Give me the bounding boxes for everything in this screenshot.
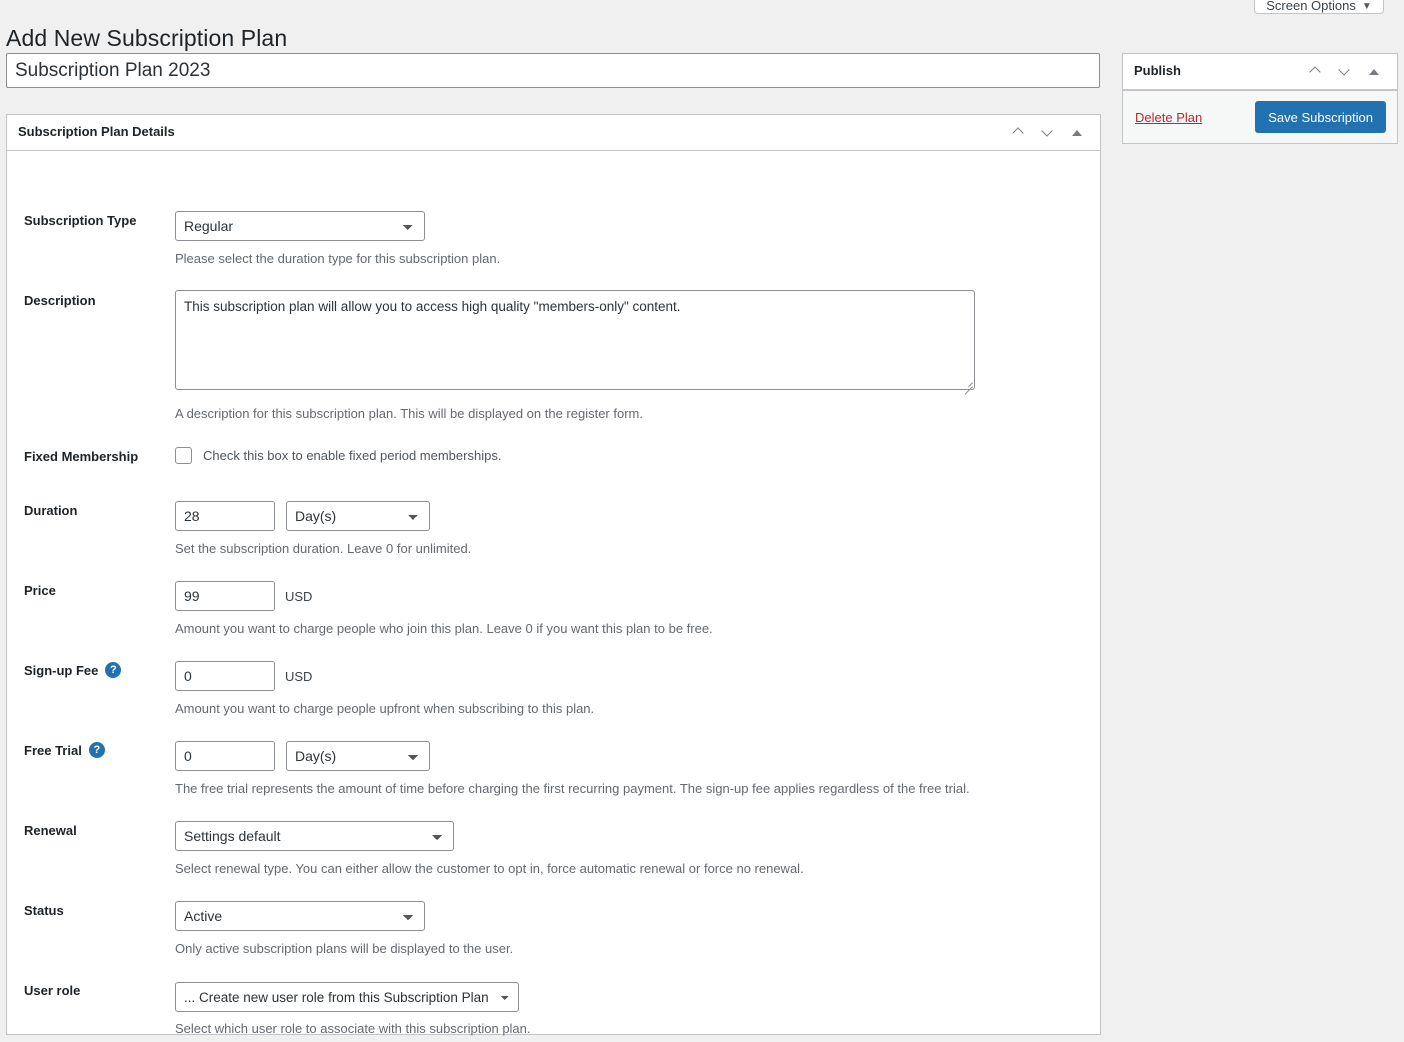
chevron-down-icon: ▼ xyxy=(1361,1,1372,12)
screen-options-button[interactable]: Screen Options ▼ xyxy=(1254,0,1384,14)
panel-body: Subscription Type Regular Please select … xyxy=(7,151,1100,1036)
publish-panel: Publish Delete Plan Save Subscription xyxy=(1122,53,1398,144)
control-price: USD xyxy=(175,581,312,611)
publish-panel-body: Delete Plan Save Subscription xyxy=(1123,90,1397,143)
control-user-role: ... Create new user role from this Subsc… xyxy=(175,982,519,1012)
move-down-icon[interactable] xyxy=(1035,120,1060,145)
control-description: This subscription plan will allow you to… xyxy=(175,290,975,390)
control-duration: Day(s) xyxy=(175,501,430,531)
desc-renewal: Select renewal type. You can either allo… xyxy=(175,861,804,876)
toggle-panel-icon[interactable] xyxy=(1361,59,1386,84)
label-signup-fee: Sign-up Fee ? xyxy=(24,662,122,678)
fixed-membership-checkbox[interactable] xyxy=(175,447,192,464)
desc-description: A description for this subscription plan… xyxy=(175,406,643,421)
publish-panel-title: Publish xyxy=(1134,63,1181,79)
label-description: Description xyxy=(24,293,96,308)
label-fixed-membership: Fixed Membership xyxy=(24,449,139,464)
renewal-select[interactable]: Settings default xyxy=(175,821,454,851)
subscription-plan-details-panel: Subscription Plan Details Subscription T… xyxy=(6,114,1101,1036)
panel-handle-group xyxy=(1006,120,1089,145)
publish-handle-group xyxy=(1303,59,1386,84)
label-signup-fee-text: Sign-up Fee xyxy=(24,662,99,678)
free-trial-unit-select[interactable]: Day(s) xyxy=(286,741,430,771)
label-duration: Duration xyxy=(24,503,78,518)
desc-price: Amount you want to charge people who joi… xyxy=(175,621,713,636)
duration-unit-select[interactable]: Day(s) xyxy=(286,501,430,531)
signup-fee-input[interactable] xyxy=(175,661,275,691)
toggle-panel-icon[interactable] xyxy=(1064,120,1089,145)
control-fixed-membership: Check this box to enable fixed period me… xyxy=(175,447,501,464)
control-subscription-type: Regular xyxy=(175,211,425,241)
label-status: Status xyxy=(24,903,64,918)
desc-user-role: Select which user role to associate with… xyxy=(175,1021,531,1036)
help-icon[interactable]: ? xyxy=(105,662,122,678)
subscription-type-select[interactable]: Regular xyxy=(175,211,425,241)
duration-value-input[interactable] xyxy=(175,501,275,531)
move-down-icon[interactable] xyxy=(1332,59,1357,84)
desc-signup-fee: Amount you want to charge people upfront… xyxy=(175,701,595,716)
screen-options-label: Screen Options xyxy=(1266,0,1356,13)
desc-status: Only active subscription plans will be d… xyxy=(175,941,514,956)
price-input[interactable] xyxy=(175,581,275,611)
delete-plan-link[interactable]: Delete Plan xyxy=(1135,110,1202,125)
label-free-trial: Free Trial ? xyxy=(24,742,105,758)
desc-subscription-type: Please select the duration type for this… xyxy=(175,251,501,266)
control-free-trial: Day(s) xyxy=(175,741,430,771)
panel-title: Subscription Plan Details xyxy=(18,124,175,140)
save-subscription-button[interactable]: Save Subscription xyxy=(1255,101,1386,133)
status-select[interactable]: Active xyxy=(175,901,425,931)
price-currency-label: USD xyxy=(285,588,313,604)
move-up-icon[interactable] xyxy=(1006,120,1031,145)
move-up-icon[interactable] xyxy=(1303,59,1328,84)
control-signup-fee: USD xyxy=(175,661,312,691)
page-title: Add New Subscription Plan xyxy=(6,25,288,52)
control-status: Active xyxy=(175,901,425,931)
desc-free-trial: The free trial represents the amount of … xyxy=(175,781,970,796)
panel-header: Subscription Plan Details xyxy=(7,115,1100,151)
label-price: Price xyxy=(24,583,56,598)
fixed-membership-checkbox-label: Check this box to enable fixed period me… xyxy=(203,448,502,463)
help-icon[interactable]: ? xyxy=(88,742,105,758)
desc-duration: Set the subscription duration. Leave 0 f… xyxy=(175,541,472,556)
label-user-role: User role xyxy=(24,983,81,998)
label-subscription-type: Subscription Type xyxy=(24,213,137,228)
user-role-select[interactable]: ... Create new user role from this Subsc… xyxy=(175,982,519,1012)
free-trial-value-input[interactable] xyxy=(175,741,275,771)
plan-title-input[interactable] xyxy=(6,53,1100,88)
control-renewal: Settings default xyxy=(175,821,454,851)
signup-fee-currency-label: USD xyxy=(285,668,313,684)
description-textarea[interactable]: This subscription plan will allow you to… xyxy=(175,290,975,390)
publish-panel-header: Publish xyxy=(1123,54,1397,90)
label-renewal: Renewal xyxy=(24,823,77,838)
label-free-trial-text: Free Trial xyxy=(24,742,82,758)
